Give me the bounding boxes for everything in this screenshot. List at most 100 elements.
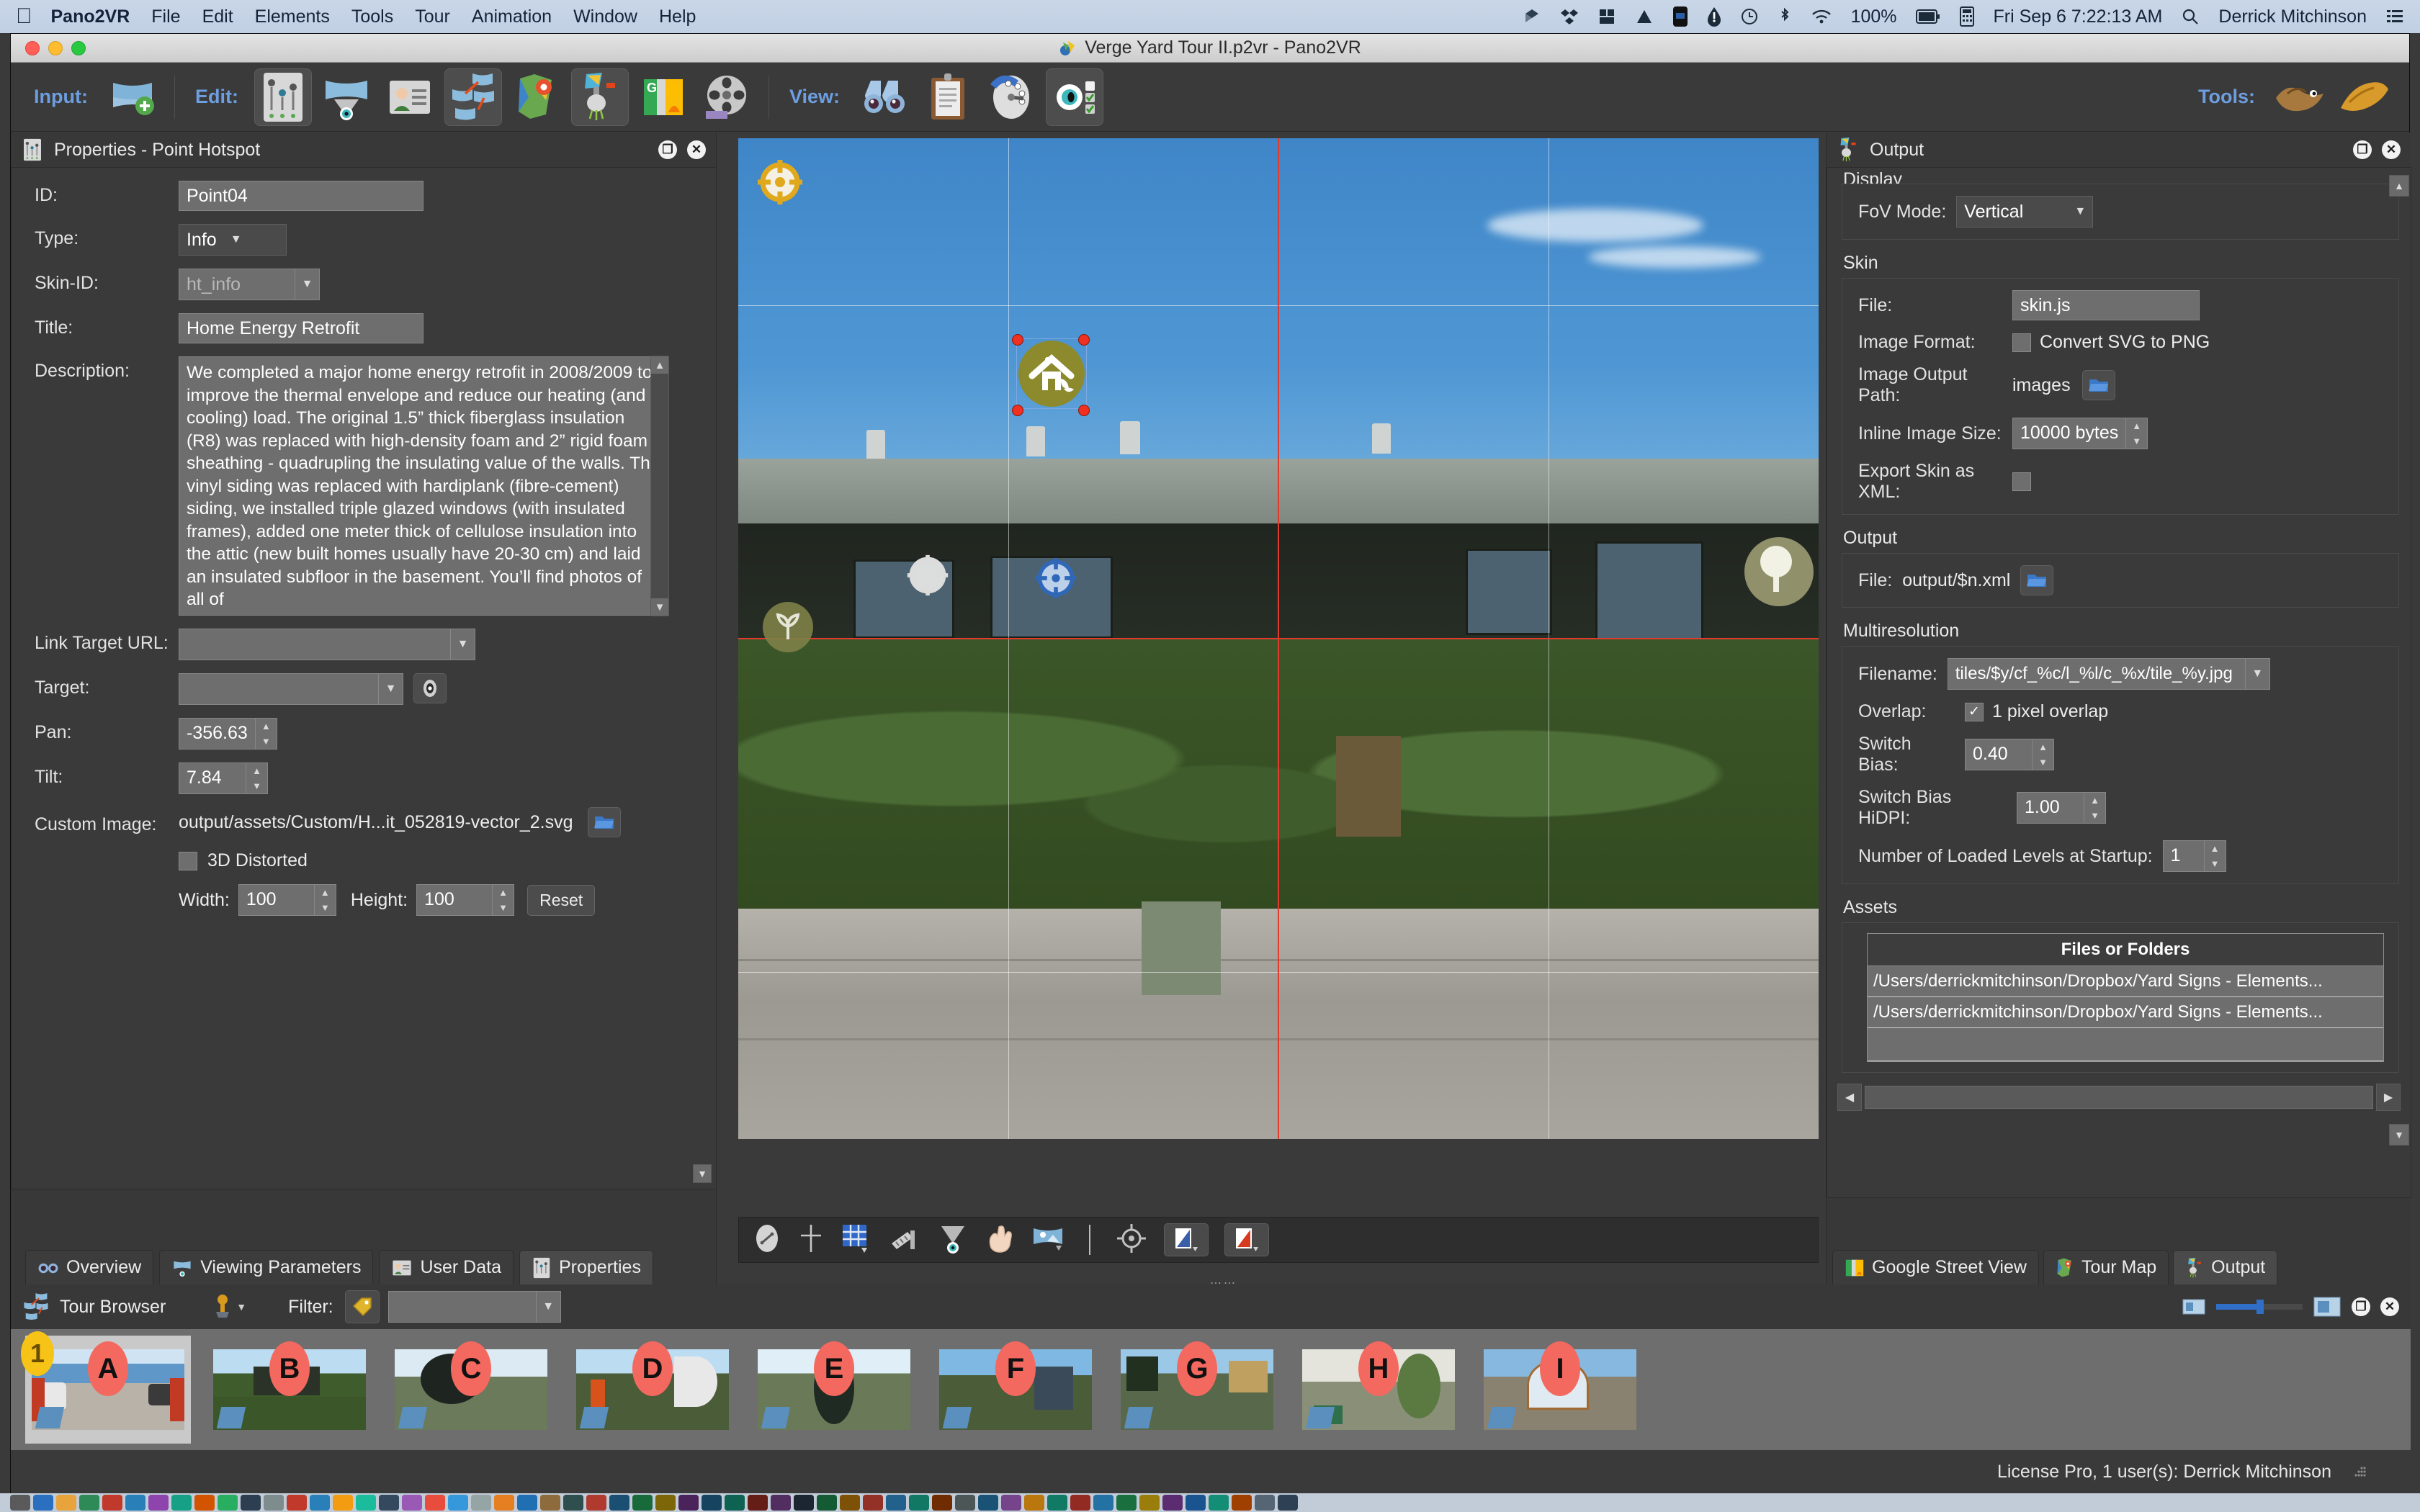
dock-item-22[interactable] (517, 1495, 537, 1511)
stepper-up-icon[interactable]: ▲ (246, 763, 267, 778)
visibility-cone-button[interactable] (938, 1222, 968, 1259)
dock-item-35[interactable] (817, 1495, 837, 1511)
dock-item-45[interactable] (1047, 1495, 1067, 1511)
output-scroll-down-icon[interactable]: ▼ (2389, 1124, 2409, 1146)
stepper-down-icon[interactable]: ▼ (2205, 856, 2226, 871)
output-horizontal-scrollbar[interactable]: ◀ ▶ (1837, 1083, 2401, 1112)
filter-tag-button[interactable] (344, 1290, 380, 1323)
undock-tour-browser-button[interactable]: ❐ (2352, 1297, 2370, 1316)
switch-bias-value[interactable]: 0.40 (1966, 739, 2032, 770)
width-value[interactable]: 100 (239, 885, 314, 915)
stepper-up-icon[interactable]: ▲ (256, 719, 277, 734)
dock-item-55[interactable] (1278, 1495, 1298, 1511)
dock-item-9[interactable] (218, 1495, 238, 1511)
output-scroll-up-icon[interactable]: ▲ (2389, 175, 2409, 197)
dock-item-3[interactable] (79, 1495, 99, 1511)
macos-dock[interactable] (0, 1493, 2420, 1512)
thumb-small-icon[interactable] (2182, 1297, 2206, 1317)
3d-distorted-checkbox[interactable] (179, 851, 197, 870)
switch-bias-hidpi-value[interactable]: 1.00 (2017, 793, 2084, 823)
output-button[interactable] (570, 68, 629, 126)
google-street-view-button[interactable]: G (635, 68, 692, 126)
pan-stepper[interactable]: -356.63 ▲ ▼ (179, 718, 277, 750)
dock-item-4[interactable] (102, 1495, 122, 1511)
dock-item-19[interactable] (448, 1495, 468, 1511)
center-target-button[interactable] (1115, 1222, 1148, 1259)
stepper-up-icon[interactable]: ▲ (2126, 418, 2147, 433)
calculator-icon[interactable] (1959, 6, 1975, 27)
table-row[interactable]: /Users/derrickmitchinson/Dropbox/Yard Si… (1868, 966, 2383, 997)
dock-item-38[interactable] (886, 1495, 906, 1511)
dock-item-33[interactable] (771, 1495, 791, 1511)
tab-output[interactable]: Output (2173, 1250, 2278, 1284)
custom-image-browse-button[interactable] (587, 807, 621, 837)
dock-item-42[interactable] (978, 1495, 998, 1511)
inline-image-size-stepper[interactable]: 10000 bytes ▲ ▼ (2012, 418, 2148, 449)
clipboard-button[interactable] (919, 68, 977, 126)
thumb-large-icon[interactable] (2313, 1295, 2341, 1318)
dock-item-11[interactable] (264, 1495, 284, 1511)
overlap-checkbox[interactable]: ✓ (1965, 702, 1984, 721)
description-scrollbar[interactable]: ▲ ▼ (650, 356, 669, 616)
triangle-icon[interactable] (1635, 7, 1654, 26)
undock-panel-button[interactable]: ❐ (658, 140, 677, 159)
scroll-up-icon[interactable]: ▲ (651, 356, 668, 374)
list-item[interactable]: B (207, 1336, 372, 1444)
menu-list-icon[interactable] (2385, 8, 2404, 25)
dock-item-26[interactable] (609, 1495, 629, 1511)
stepper-up-icon[interactable]: ▲ (2084, 793, 2105, 808)
pan-value[interactable]: -356.63 (179, 719, 255, 749)
dropbox-icon[interactable] (1523, 7, 1541, 26)
dock-item-25[interactable] (586, 1495, 606, 1511)
output-file-browse-button[interactable] (2020, 565, 2054, 595)
add-panorama-button[interactable] (104, 68, 161, 126)
dock-item-53[interactable] (1232, 1495, 1252, 1511)
dock-item-0[interactable] (10, 1495, 30, 1511)
scroll-track[interactable] (1865, 1086, 2373, 1109)
stepper-down-icon[interactable]: ▼ (493, 900, 514, 915)
dock-item-48[interactable] (1116, 1495, 1137, 1511)
user-data-button[interactable] (381, 68, 439, 126)
dock-item-12[interactable] (287, 1495, 307, 1511)
switch-bias-hidpi-stepper[interactable]: 1.00 ▲ ▼ (2017, 792, 2106, 824)
link-target-url-combo[interactable]: ▼ (179, 629, 475, 660)
list-item[interactable]: 1 A (21, 1331, 191, 1444)
compass-tool-button[interactable] (752, 1223, 782, 1257)
reset-button[interactable]: Reset (527, 884, 596, 916)
wifi-icon[interactable] (1811, 8, 1832, 25)
dock-item-30[interactable] (702, 1495, 722, 1511)
dock-item-47[interactable] (1093, 1495, 1113, 1511)
dock-item-20[interactable] (471, 1495, 491, 1511)
form-scroll-down-icon[interactable]: ▼ (693, 1164, 712, 1183)
scroll-right-icon[interactable]: ▶ (2376, 1084, 2401, 1111)
ruler-tool-button[interactable] (889, 1225, 922, 1256)
dock-item-14[interactable] (333, 1495, 353, 1511)
close-panel-button[interactable]: ✕ (687, 140, 706, 159)
scroll-down-icon[interactable]: ▼ (651, 598, 668, 616)
id-input[interactable]: Point04 (179, 181, 424, 211)
battery-icon[interactable] (1915, 9, 1940, 24)
gopro-icon[interactable] (1672, 6, 1688, 27)
grid-icon[interactable] (1597, 7, 1616, 26)
minimize-window-button[interactable] (48, 40, 63, 55)
dock-item-54[interactable] (1255, 1495, 1275, 1511)
properties-panel-button[interactable] (254, 68, 312, 126)
dock-item-18[interactable] (425, 1495, 445, 1511)
dock-item-52[interactable] (1209, 1495, 1229, 1511)
height-stepper-buttons[interactable]: ▲ ▼ (492, 885, 514, 915)
animation-button[interactable] (698, 68, 756, 126)
stepper-up-icon[interactable]: ▲ (493, 885, 514, 900)
list-item[interactable]: C (388, 1336, 554, 1444)
stepper-down-icon[interactable]: ▼ (256, 734, 277, 749)
search-icon[interactable] (2181, 7, 2200, 26)
resize-handle-bl[interactable] (1012, 405, 1023, 416)
hand-pan-button[interactable] (984, 1223, 1016, 1257)
skin-file-input[interactable]: skin.js (2012, 290, 2200, 320)
visibility-button[interactable] (1046, 68, 1103, 126)
viewing-parameters-button[interactable] (318, 68, 375, 126)
dock-item-1[interactable] (33, 1495, 53, 1511)
stepper-down-icon[interactable]: ▼ (2033, 755, 2053, 770)
close-window-button[interactable] (25, 40, 40, 55)
dock-item-31[interactable] (725, 1495, 745, 1511)
dock-item-43[interactable] (1001, 1495, 1021, 1511)
